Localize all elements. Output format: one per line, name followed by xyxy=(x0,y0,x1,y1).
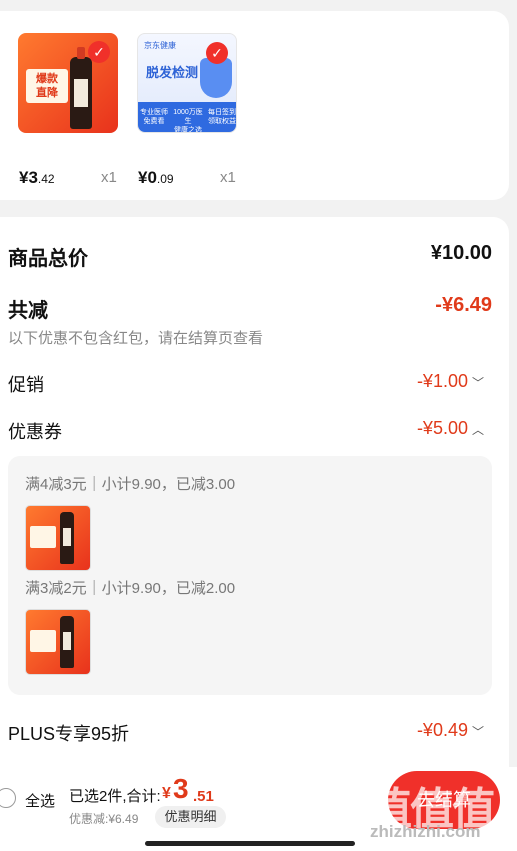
product-badge: 爆款 直降 xyxy=(26,69,68,103)
shield-icon xyxy=(200,58,232,98)
price-detail-card: 商品总价 ¥10.00 共减 -¥6.49 以下优惠不包含红包，请在结算页查看 … xyxy=(0,217,509,777)
product-thumbnail-soy-sauce[interactable]: 爆款 直降 ✓ xyxy=(18,33,118,133)
band-text-3: 每日签到 领取权益 xyxy=(208,109,236,125)
discount-detail-button[interactable]: 优惠明细 xyxy=(155,806,226,828)
coupon-label: 优惠券 xyxy=(8,422,62,442)
product-title: 脱发检测 xyxy=(146,65,199,80)
coupon-rule: 满4减3元｜小计9.90，已减3.00 xyxy=(25,476,236,493)
discount-amount: 优惠减:¥6.49 xyxy=(69,812,139,826)
chevron-down-icon: ﹀ xyxy=(471,725,484,739)
plus-discount-value: -¥0.49 xyxy=(416,720,468,740)
total-amount-dec: .51 xyxy=(193,788,214,805)
product-price: ¥0.09 xyxy=(138,168,174,187)
promotion-value: -¥1.00 xyxy=(416,371,468,391)
product-thumbnail-hair-test[interactable]: 京东健康 脱发检测 专业医师 免费看 1000万医生 健康之选 每日签到 领取权… xyxy=(137,33,237,133)
selected-summary: 已选2件,合计: xyxy=(69,788,161,805)
chevron-down-icon: ﹀ xyxy=(471,376,484,390)
product-qty: x1 xyxy=(220,169,236,186)
coupon-value: -¥5.00 xyxy=(416,418,468,438)
checkmark-icon: ✓ xyxy=(88,41,110,63)
checkout-bar: 全选 已选2件,合计: ¥ 3 .51 优惠减:¥6.49 优惠明细 去结算 值… xyxy=(0,767,517,851)
band-text-1: 专业医师 免费看 xyxy=(140,109,168,125)
band-text-2: 1000万医生 健康之选 xyxy=(173,109,203,133)
coupon-row[interactable]: -¥5.00 ︿ xyxy=(417,418,484,439)
total-currency: ¥ xyxy=(162,785,171,802)
watermark-site: zhizhizhi.com xyxy=(370,822,481,841)
plus-discount-row[interactable]: -¥0.49 ﹀ xyxy=(417,720,484,741)
product-band: 专业医师 免费看 1000万医生 健康之选 每日签到 领取权益 xyxy=(138,102,236,132)
coupon-detail-box: 满4减3元｜小计9.90，已减3.00 满3减2元｜小计9.90，已减2.00 xyxy=(8,456,492,695)
promotion-row[interactable]: -¥1.00 ﹀ xyxy=(417,371,484,392)
selected-products-card: 爆款 直降 ✓ 京东健康 脱发检测 专业医师 免费看 1000万医生 健康之选 … xyxy=(0,11,509,200)
coupon-product-thumbnail[interactable] xyxy=(25,505,91,571)
goods-total-label: 商品总价 xyxy=(8,248,88,270)
home-indicator[interactable] xyxy=(145,841,355,846)
coupon-product-thumbnail[interactable] xyxy=(25,609,91,675)
product-qty: x1 xyxy=(101,169,117,186)
plus-discount-label: PLUS专享95折 xyxy=(8,724,130,744)
goods-total-value: ¥10.00 xyxy=(430,242,492,264)
coupon-rule: 满3减2元｜小计9.90，已减2.00 xyxy=(25,580,236,597)
select-all-label[interactable]: 全选 xyxy=(25,790,55,811)
brand-logo: 京东健康 xyxy=(144,41,176,50)
discount-note: 以下优惠不包含红包，请在结算页查看 xyxy=(8,330,264,347)
promotion-label: 促销 xyxy=(8,375,44,395)
product-price: ¥3.42 xyxy=(19,168,55,187)
total-reduce-value: -¥6.49 xyxy=(435,294,492,316)
select-all-radio[interactable] xyxy=(0,788,16,808)
total-reduce-label: 共减 xyxy=(8,300,48,322)
chevron-up-icon: ︿ xyxy=(471,423,484,437)
bottle-image xyxy=(70,47,92,129)
total-amount-int: 3 xyxy=(173,773,189,804)
checkmark-icon: ✓ xyxy=(206,42,228,64)
